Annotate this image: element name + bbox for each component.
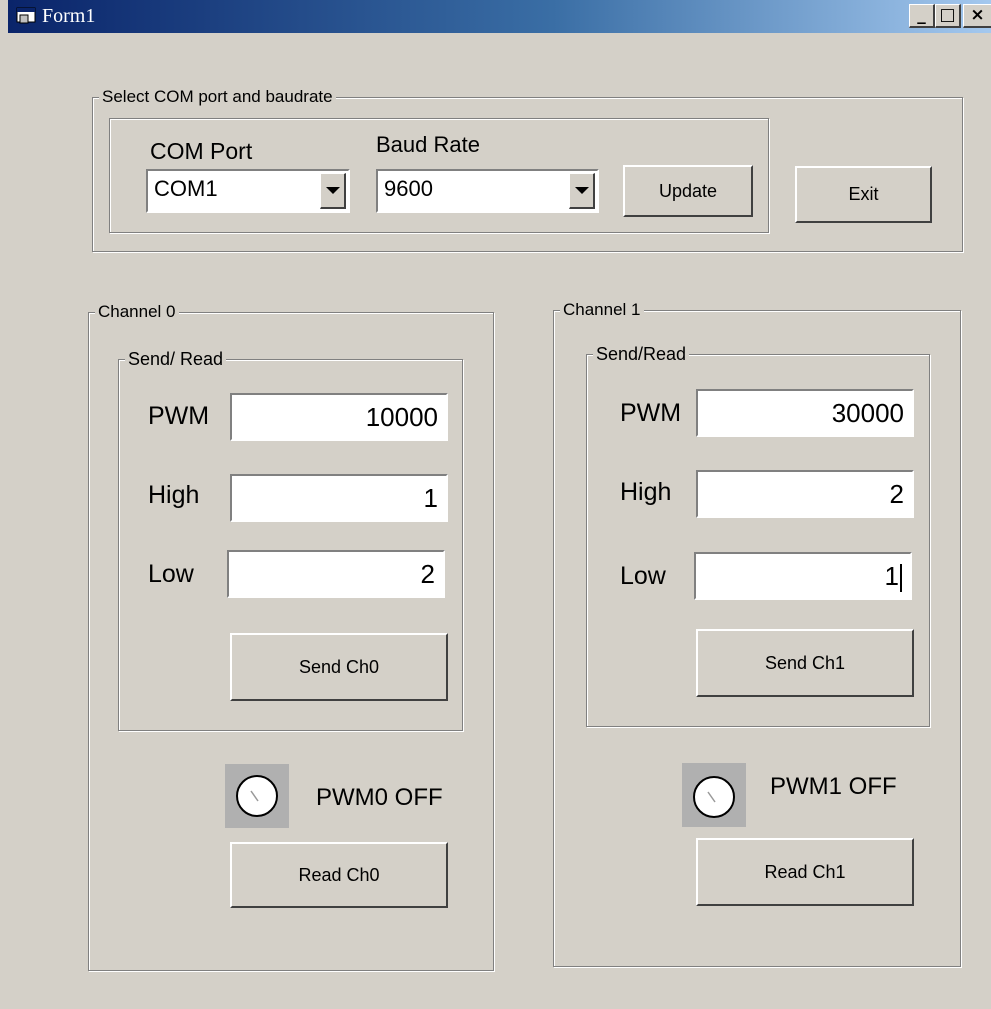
pwm0-status-label: PWM0 OFF <box>316 784 443 811</box>
form1-window: Form1 _ □ × Select COM port and baudrate… <box>0 0 991 1009</box>
com-settings-group-title: Select COM port and baudrate <box>99 86 336 108</box>
channel0-pwm-input[interactable]: 10000 <box>230 393 448 441</box>
app-icon <box>16 7 36 24</box>
read-ch0-button[interactable]: Read Ch0 <box>230 842 448 908</box>
baud-rate-value: 9600 <box>384 176 433 201</box>
pwm0-status-indicator <box>225 764 289 828</box>
channel1-pwm-input[interactable]: 30000 <box>696 389 914 437</box>
channel1-pwm-label: PWM <box>620 399 682 427</box>
channel0-pwm-label: PWM <box>148 402 210 430</box>
channel0-high-label: High <box>148 481 200 509</box>
channel0-high-input[interactable]: 1 <box>230 474 448 522</box>
minimize-button[interactable]: _ <box>909 4 935 28</box>
baud-rate-dropdown-arrow-icon[interactable] <box>569 173 595 209</box>
update-button[interactable]: Update <box>623 165 753 217</box>
channel1-high-label: High <box>620 478 672 506</box>
channel1-high-input[interactable]: 2 <box>696 470 914 518</box>
channel0-send-read-title: Send/ Read <box>125 348 227 370</box>
baud-rate-select[interactable]: 9600 <box>376 169 599 213</box>
send-ch1-button[interactable]: Send Ch1 <box>696 629 914 697</box>
com-port-value: COM1 <box>154 176 218 201</box>
maximize-button[interactable]: □ <box>935 4 961 28</box>
channel0-low-label: Low <box>148 560 194 588</box>
baud-rate-label: Baud Rate <box>376 132 480 157</box>
pwm1-status-label: PWM1 OFF <box>770 773 897 800</box>
text-caret <box>900 564 902 593</box>
channel1-low-value: 1 <box>884 561 899 591</box>
channel0-group-title: Channel 0 <box>95 301 179 323</box>
pwm1-status-indicator <box>682 763 746 827</box>
title-bar[interactable]: Form1 _ □ × <box>8 0 991 33</box>
channel1-low-input[interactable]: 1 <box>694 552 912 600</box>
channel0-low-input[interactable]: 2 <box>227 550 445 598</box>
pwm1-indicator-icon <box>693 776 735 818</box>
com-port-label: COM Port <box>150 138 253 164</box>
close-button[interactable]: × <box>963 4 991 28</box>
channel1-send-read-title: Send/Read <box>593 343 690 365</box>
pwm0-indicator-icon <box>236 775 278 817</box>
window-title: Form1 <box>42 5 96 27</box>
com-port-select[interactable]: COM1 <box>146 169 350 213</box>
channel1-group-title: Channel 1 <box>560 299 644 321</box>
com-port-dropdown-arrow-icon[interactable] <box>320 173 346 209</box>
read-ch1-button[interactable]: Read Ch1 <box>696 838 914 906</box>
channel1-low-label: Low <box>620 562 666 590</box>
exit-button[interactable]: Exit <box>795 166 932 223</box>
send-ch0-button[interactable]: Send Ch0 <box>230 633 448 701</box>
